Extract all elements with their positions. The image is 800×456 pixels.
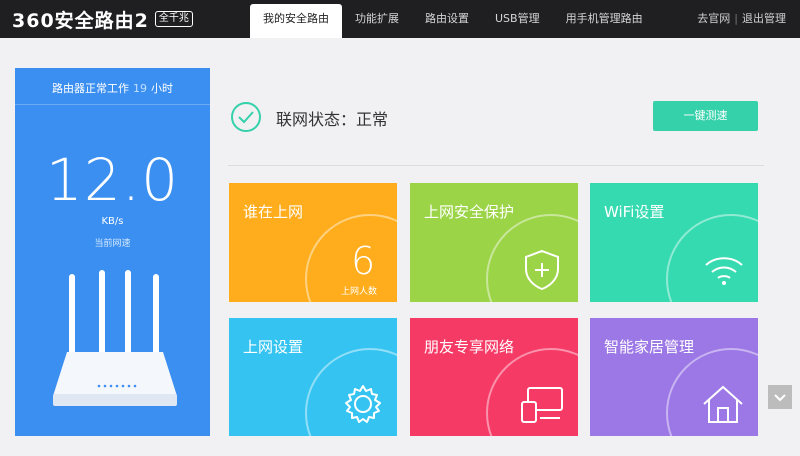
tile-title: 智能家居管理 [604,338,695,356]
speed-value: 12.0 [45,146,180,214]
chevron-down-icon [774,394,786,402]
uptime-text: 路由器正常工作 19 小时 [15,80,210,96]
speed-unit: KB/s [101,216,124,227]
tile-friend-network[interactable]: 朋友专享网络 [410,318,578,436]
top-bar: 360安全路由2 全千兆 我的安全路由 功能扩展 路由设置 USB管理 用手机管… [0,0,800,38]
tile-title: 朋友专享网络 [424,338,515,356]
router-illustration [53,270,177,406]
scroll-down-button[interactable] [768,385,792,409]
official-site-link[interactable]: 去官网 [697,12,730,25]
speed-test-button[interactable]: 一键测速 [653,101,758,131]
wifi-icon [705,257,743,285]
logo-badge: 全千兆 [154,11,193,27]
router-status-panel: 路由器正常工作 19 小时 12.0 KB/s 当前网速 [15,68,210,436]
connection-status-text: 联网状态：正常 [276,110,389,129]
check-circle-icon [231,102,261,132]
tab-my-router[interactable]: 我的安全路由 [250,4,342,38]
logo[interactable]: 360安全路由2 全千兆 [12,6,193,32]
main-nav: 我的安全路由 功能扩展 路由设置 USB管理 用手机管理路由 [250,0,656,38]
uptime-prefix: 路由器正常工作 [52,82,129,95]
devices-icon [521,387,563,423]
logo-text: 360安全路由2 [12,9,149,32]
tile-title: 谁在上网 [243,203,304,221]
link-separator: | [734,12,738,25]
uptime-suffix: 小时 [151,82,173,95]
tile-title: 上网设置 [243,338,304,356]
shield-plus-icon [525,249,559,291]
online-device-count: 6 [351,239,376,283]
logout-link[interactable]: 退出管理 [742,12,786,25]
tile-wifi-settings[interactable]: WiFi设置 [590,183,758,302]
section-divider [228,165,764,166]
top-links: 去官网 | 退出管理 [697,0,786,38]
speed-label: 当前网速 [94,239,131,249]
tile-smart-home[interactable]: 智能家居管理 [590,318,758,436]
uptime-hours: 19 [133,82,147,95]
tile-who-is-online[interactable]: 谁在上网 6 上网人数 [229,183,397,302]
home-icon [703,385,743,423]
tile-internet-settings[interactable]: 上网设置 [229,318,397,436]
tab-router-settings[interactable]: 路由设置 [412,0,482,38]
tab-usb[interactable]: USB管理 [482,0,553,38]
tab-extensions[interactable]: 功能扩展 [342,0,412,38]
tile-title: WiFi设置 [604,203,665,221]
uptime-divider [15,104,210,105]
gear-icon [345,385,381,423]
tab-mobile-manage[interactable]: 用手机管理路由 [553,0,656,38]
online-count-label: 上网人数 [341,287,378,297]
tile-security-protection[interactable]: 上网安全保护 [410,183,578,302]
tile-title: 上网安全保护 [424,203,515,221]
